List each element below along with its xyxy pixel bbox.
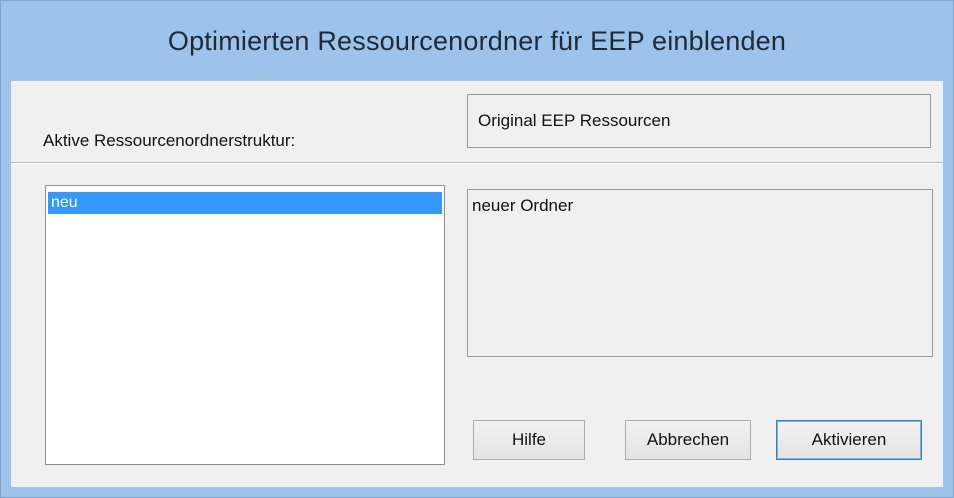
list-item-neu[interactable]: neu <box>48 192 442 214</box>
dialog-content: Aktive Ressourcenordnerstruktur: Origina… <box>11 81 943 487</box>
separator-line <box>11 162 943 164</box>
structure-value: Original EEP Ressourcen <box>478 111 671 130</box>
dialog-title: Optimierten Ressourcenordner für EEP ein… <box>167 25 787 56</box>
folder-listbox[interactable]: neu <box>45 185 445 465</box>
structure-value-field: Original EEP Ressourcen <box>467 94 931 148</box>
title-bar[interactable]: Optimierten Ressourcenordner für EEP ein… <box>1 1 953 81</box>
description-box: neuer Ordner <box>467 189 933 357</box>
activate-button[interactable]: Aktivieren <box>776 420 922 460</box>
description-text: neuer Ordner <box>472 196 574 215</box>
help-button[interactable]: Hilfe <box>473 420 585 460</box>
cancel-button[interactable]: Abbrechen <box>625 420 751 460</box>
dialog-window: Optimierten Ressourcenordner für EEP ein… <box>0 0 954 498</box>
structure-label: Aktive Ressourcenordnerstruktur: <box>43 131 296 150</box>
